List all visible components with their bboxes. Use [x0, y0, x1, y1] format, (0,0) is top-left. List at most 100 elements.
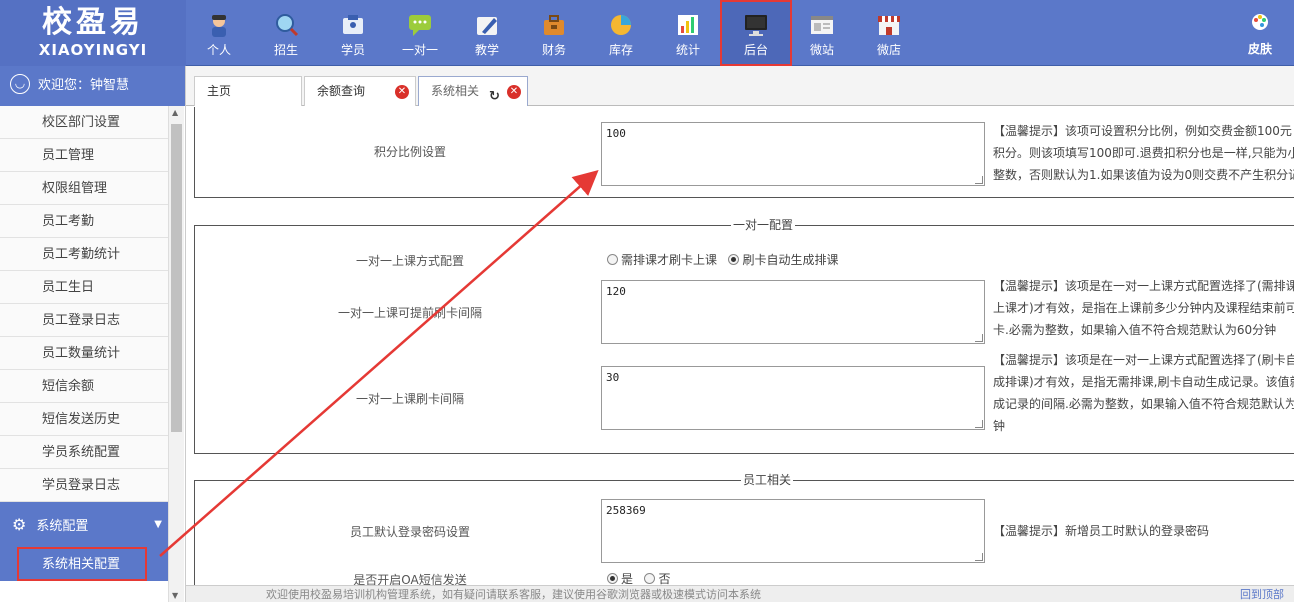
sidebar-item[interactable]: 校区部门设置 [0, 106, 168, 139]
sidebar-item[interactable]: 短信发送历史 [0, 403, 168, 436]
nav-item-label: 微店 [876, 43, 901, 57]
monitor-icon [745, 15, 767, 36]
swipe-interval-value: 30 [606, 371, 620, 384]
nav-item-label: 教学 [474, 43, 499, 57]
resize-grip-icon[interactable] [975, 553, 983, 561]
oa-sms-radio-group: 是 否 [607, 570, 670, 585]
sidebar-item[interactable]: 员工登录日志 [0, 304, 168, 337]
radio-button[interactable] [644, 573, 656, 584]
footer-text: 欢迎使用校盈易培训机构管理系统，如有疑问请联系客服，建议使用谷歌浏览器或极速模式… [266, 588, 761, 601]
back-to-top-link[interactable]: 回到顶部 [1240, 586, 1284, 602]
sidebar-group-system-config[interactable]: ⚙ 系统配置 ▼ [0, 502, 168, 548]
nav-item-5[interactable]: 财务 [521, 0, 587, 66]
radio-button[interactable] [728, 254, 740, 265]
nav-item-label: 招生 [273, 43, 298, 57]
mode-option-auto[interactable]: 刷卡自动生成排课 [728, 253, 838, 267]
main-content: 积分比例设置 100 【温馨提示】该项可设置积分比例，例如交费金额100元积分。… [186, 107, 1294, 585]
points-ratio-input[interactable]: 100 [601, 122, 985, 186]
nav-item-3[interactable]: 一对一 [387, 0, 453, 66]
sidebar-item-system-related-config[interactable]: 系统相关配置 [0, 547, 168, 581]
sidebar-group-label: 系统配置 [36, 519, 89, 534]
oa-option-no[interactable]: 否 [644, 572, 670, 585]
nav-item-0[interactable]: 个人 [186, 0, 252, 66]
nav-item-label: 统计 [675, 43, 700, 57]
webpage-icon [811, 16, 833, 34]
footer-bar: 欢迎使用校盈易培训机构管理系统，如有疑问请联系客服，建议使用谷歌浏览器或极速模式… [186, 585, 1294, 602]
nav-item-10[interactable]: 微店 [856, 0, 922, 66]
nav-item-6[interactable]: 库存 [588, 0, 654, 66]
app-logo[interactable]: 校盈易 XIAOYINGYI [0, 0, 186, 66]
tab-system-label: 系统相关 [431, 84, 480, 98]
sidebar-item[interactable]: 员工生日 [0, 271, 168, 304]
sidebar-item[interactable]: 短信余额 [0, 370, 168, 403]
mode-option-schedule-label: 需排课才刷卡上课 [621, 253, 718, 267]
oa-option-no-label: 否 [658, 572, 671, 585]
chat-bubble-icon [409, 15, 431, 36]
password-tip: 【温馨提示】新增员工时默认的登录密码 [993, 524, 1210, 538]
nav-item-1[interactable]: 招生 [253, 0, 319, 66]
tab-system-related[interactable]: 系统相关 ↻ ✕ [418, 76, 528, 106]
close-icon[interactable]: ✕ [507, 85, 521, 99]
sidebar-scrollbar[interactable]: ▲ ▼ [168, 106, 184, 602]
close-icon[interactable]: ✕ [395, 85, 409, 99]
palette-icon [1252, 14, 1268, 30]
skin-button[interactable]: 皮肤 [1236, 0, 1284, 66]
scrollbar-thumb[interactable] [171, 124, 182, 432]
radio-button[interactable] [607, 254, 618, 265]
gear-icon: ⚙ [12, 515, 27, 534]
edit-book-icon [477, 17, 497, 35]
nav-item-8[interactable]: 后台 [720, 0, 792, 66]
points-tip: 【温馨提示】该项可设置积分比例，例如交费金额100元积分。则该项填写100即可.… [993, 124, 1294, 182]
one-on-one-legend: 一对一配置 [731, 218, 796, 232]
tab-home[interactable]: 主页 [194, 76, 302, 106]
nav-item-7[interactable]: 统计 [655, 0, 721, 66]
radio-button[interactable] [607, 573, 618, 584]
nav-item-9[interactable]: 微站 [789, 0, 855, 66]
sidebar-item[interactable]: 学员系统配置 [0, 436, 168, 469]
oa-option-yes[interactable]: 是 [607, 572, 633, 585]
scroll-up-icon[interactable]: ▲ [172, 108, 178, 117]
nav-item-label: 后台 [743, 43, 768, 57]
pie-chart-icon [611, 15, 631, 35]
store-icon [878, 16, 900, 35]
sidebar: ◡ 欢迎您：钟智慧 校区部门设置 员工管理 权限组管理 员工考勤 员工考勤统计 员工生日 员工… [0, 66, 186, 602]
oa-option-yes-label: 是 [621, 572, 634, 585]
sidebar-item[interactable]: 员工考勤 [0, 205, 168, 238]
tab-balance-query[interactable]: 余额查询 ✕ [304, 76, 416, 106]
person-icon [212, 15, 226, 37]
default-password-input[interactable]: 258369 [601, 499, 985, 563]
chevron-down-icon: ▼ [154, 519, 162, 530]
briefcase-icon [544, 15, 564, 35]
skin-label: 皮肤 [1247, 42, 1272, 56]
sidebar-item[interactable]: 员工管理 [0, 139, 168, 172]
mode-option-auto-label: 刷卡自动生成排课 [742, 253, 839, 267]
mode-label: 一对一上课方式配置 [355, 254, 464, 268]
sidebar-item[interactable]: 员工考勤统计 [0, 238, 168, 271]
sidebar-item[interactable]: 权限组管理 [0, 172, 168, 205]
early-label: 一对一上课可提前刷卡间隔 [337, 306, 482, 320]
highlight-box [17, 547, 147, 581]
nav-item-label: 微站 [809, 43, 834, 57]
tab-bar: 主页 余额查询 ✕ 系统相关 ↻ ✕ [186, 66, 1294, 106]
swipe-interval-input[interactable]: 30 [601, 366, 985, 430]
resize-grip-icon[interactable] [975, 176, 983, 184]
sidebar-item[interactable]: 学员登录日志 [0, 469, 168, 502]
resize-grip-icon[interactable] [975, 420, 983, 428]
nav-item-2[interactable]: 学员 [320, 0, 386, 66]
tab-balance-label: 余额查询 [317, 84, 366, 98]
bar-chart-icon [678, 15, 698, 35]
sidebar-item[interactable]: 员工数量统计 [0, 337, 168, 370]
early-interval-input[interactable]: 120 [601, 280, 985, 344]
smiley-icon: ◡ [10, 73, 30, 94]
early-interval-value: 120 [606, 285, 626, 298]
top-navigation-bar: 校盈易 XIAOYINGYI 个人 招生 学员 一对一 教学 财务 库存 统计 后台 微站 微店 皮… [0, 0, 1294, 66]
nav-item-label: 财务 [541, 43, 566, 57]
logo-text-cn: 校盈易 [42, 5, 144, 40]
nav-item-label: 库存 [608, 43, 633, 57]
scroll-down-icon[interactable]: ▼ [172, 591, 178, 600]
oa-sms-label: 是否开启OA短信发送 [353, 573, 467, 585]
nav-item-4[interactable]: 教学 [454, 0, 520, 66]
points-section: 积分比例设置 100 【温馨提示】该项可设置积分比例，例如交费金额100元积分。… [194, 107, 1294, 198]
mode-option-schedule[interactable]: 需排课才刷卡上课 [607, 253, 717, 267]
resize-grip-icon[interactable] [975, 334, 983, 342]
